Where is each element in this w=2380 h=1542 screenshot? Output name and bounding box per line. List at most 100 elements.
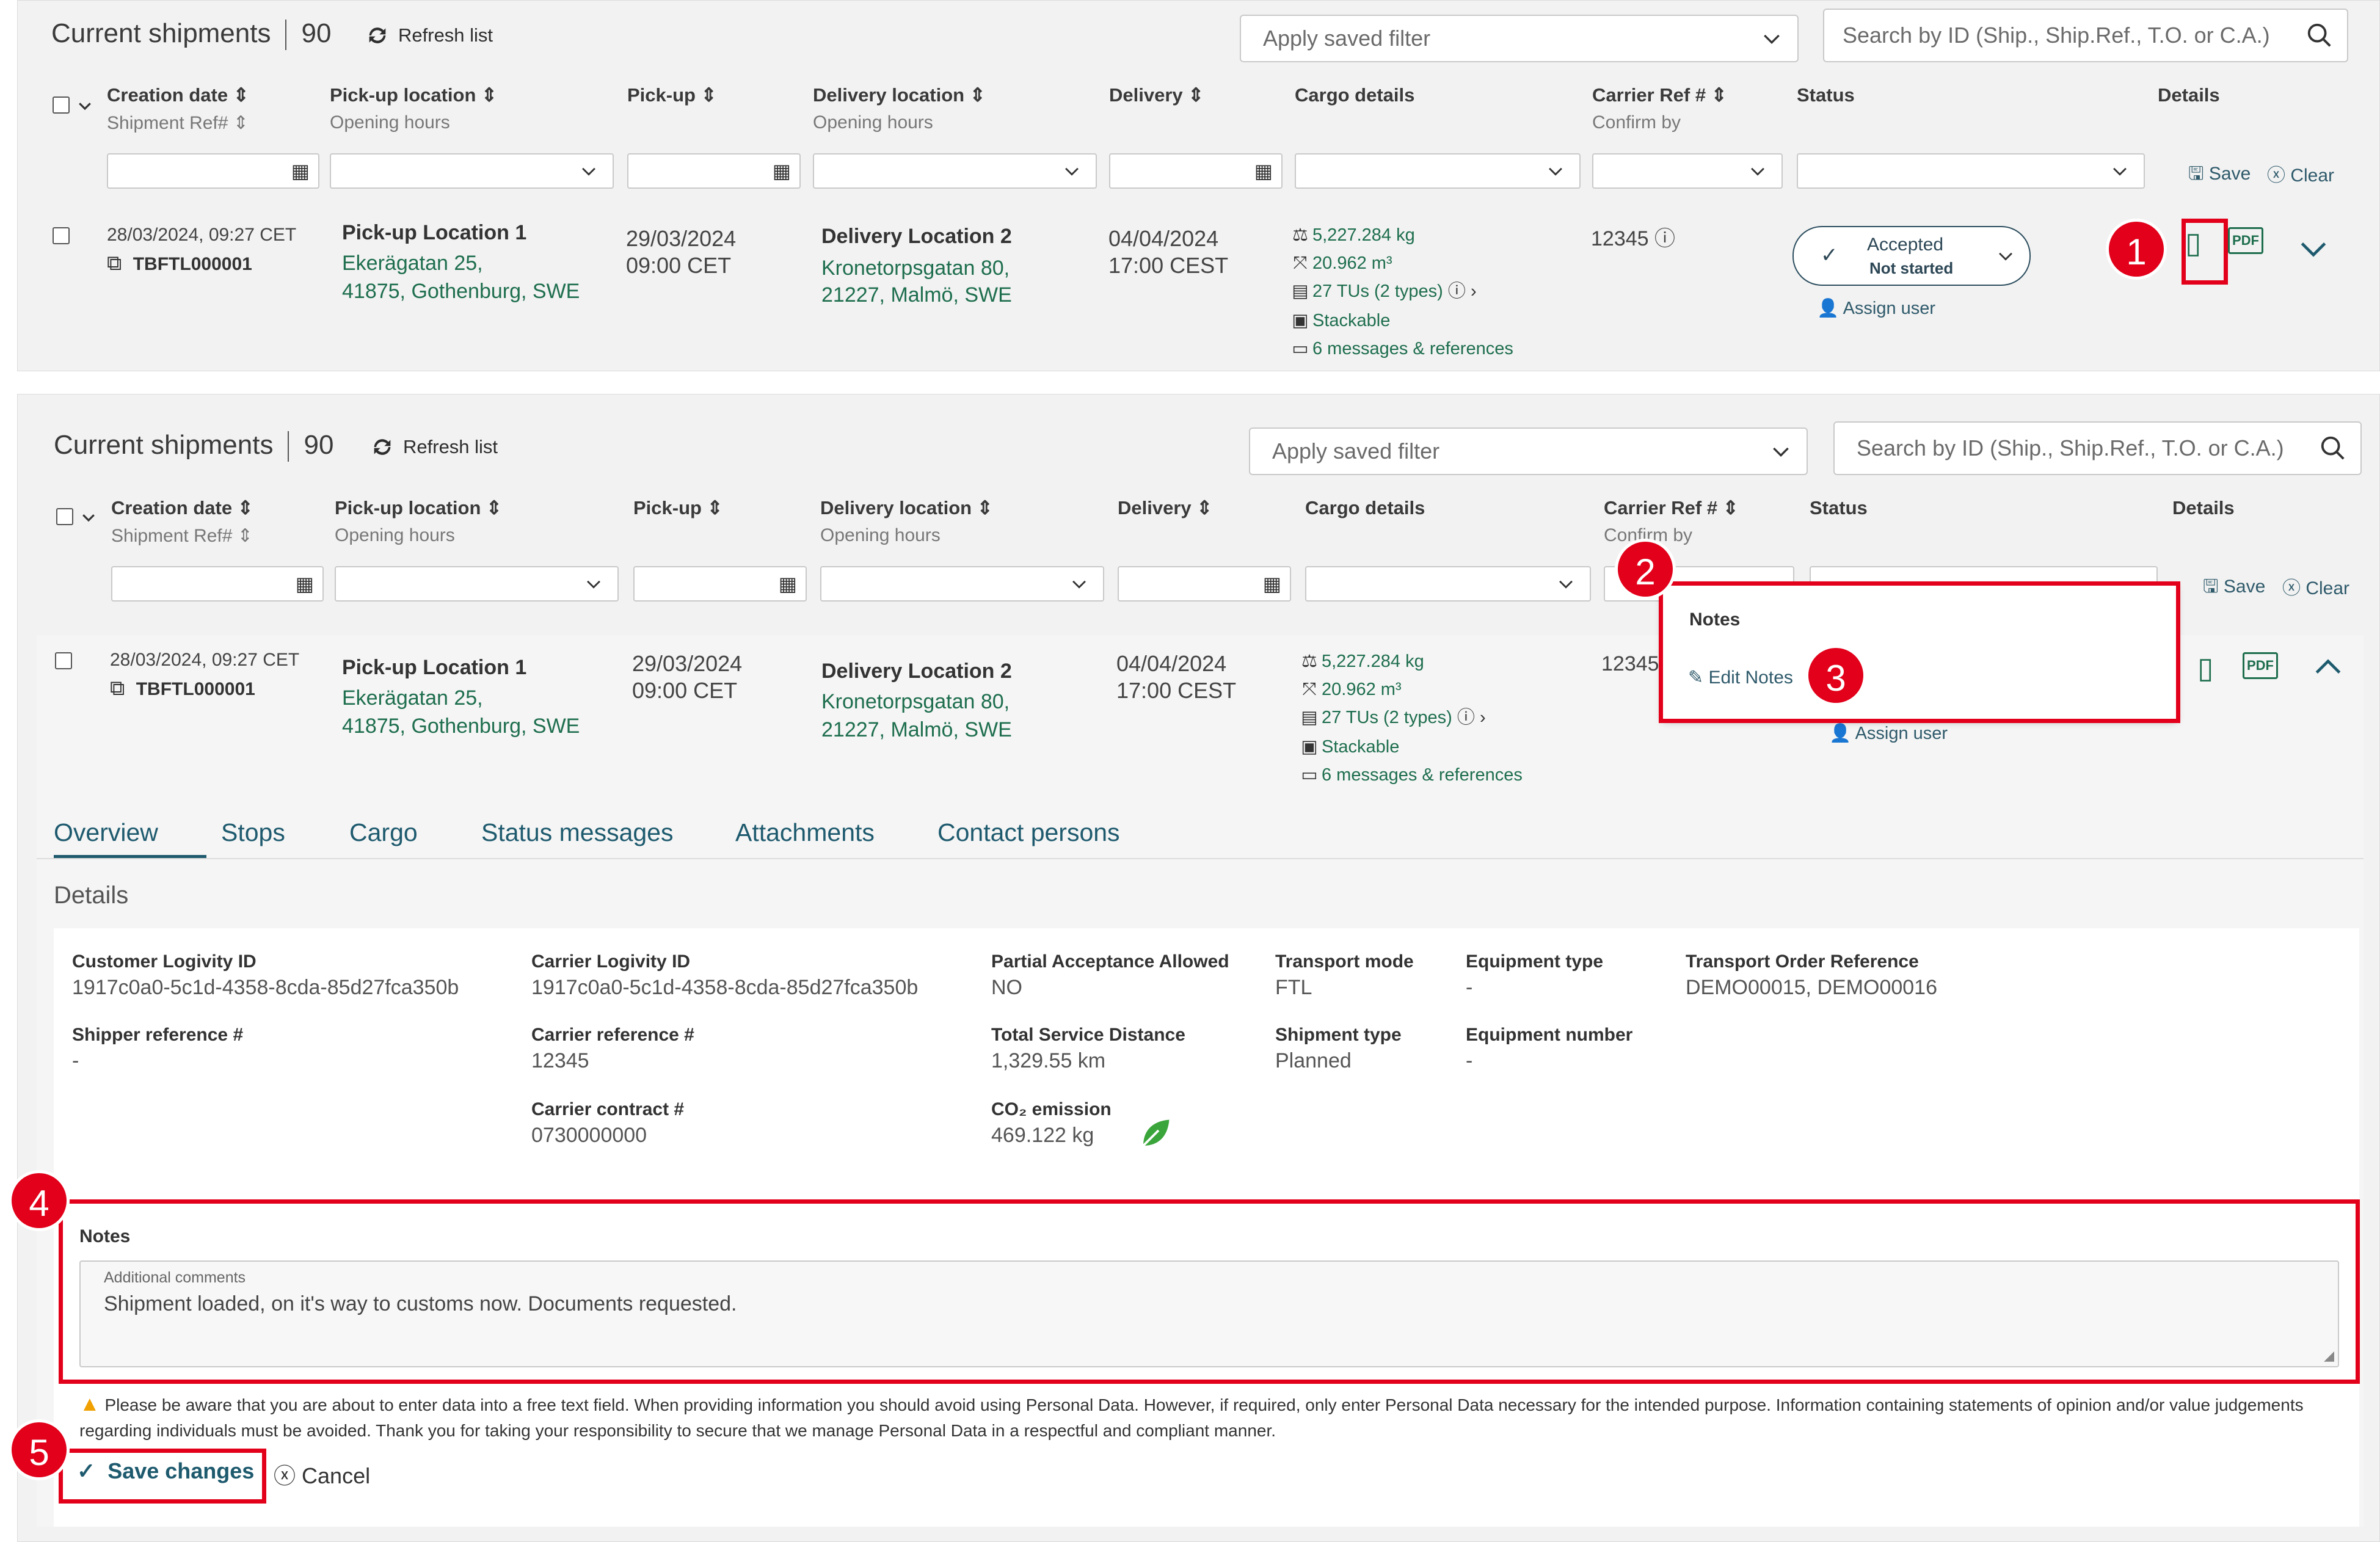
col-carrier-ref-2[interactable]: Carrier Ref # ⇕ xyxy=(1604,497,1739,519)
filter-save-button[interactable]: 🖫 Save xyxy=(2188,160,2251,191)
status-dropdown[interactable]: ✓ Accepted Not started xyxy=(1792,226,2031,286)
col-delivery-location[interactable]: Delivery location ⇕ xyxy=(813,84,986,106)
col-shipment-ref[interactable]: Shipment Ref# ⇕ xyxy=(107,112,249,134)
step-1-highlight xyxy=(2182,219,2228,285)
search-input[interactable]: Search by ID (Ship., Ship.Ref., T.O. or … xyxy=(1823,9,2348,62)
saved-filter-select-2[interactable]: Apply saved filter xyxy=(1249,427,1808,475)
carrier-ref-detail-value: 12345 xyxy=(531,1049,589,1072)
pickup-location-filter[interactable] xyxy=(330,153,614,189)
tab-overview[interactable]: Overview xyxy=(54,818,158,847)
cargo-weight-2: ⚖ 5,227.284 kg xyxy=(1301,647,1424,675)
creation-date-filter-2[interactable]: ▦ xyxy=(111,566,324,602)
tab-contact-persons[interactable]: Contact persons xyxy=(937,818,1120,847)
cargo-messages[interactable]: ▭ 6 messages & references xyxy=(1292,335,1513,363)
collapse-chevron-icon[interactable] xyxy=(2311,650,2345,684)
delivery-date-filter-2[interactable]: ▦ xyxy=(1118,566,1291,602)
tab-status-messages[interactable]: Status messages xyxy=(481,818,674,847)
tab-attachments[interactable]: Attachments xyxy=(735,818,875,847)
col-shipment-ref-2[interactable]: Shipment Ref# ⇕ xyxy=(111,525,253,547)
col-delivery-opening-hours: Opening hours xyxy=(813,112,933,133)
delivery-location-filter[interactable] xyxy=(813,153,1097,189)
shipment-id[interactable]: ⧉ TBFTL000001 xyxy=(107,252,252,275)
expand-icon: ⤧ xyxy=(1302,680,1317,699)
pickup-location-filter-2[interactable] xyxy=(335,566,619,602)
search-input-2[interactable]: Search by ID (Ship., Ship.Ref., T.O. or … xyxy=(1833,421,2362,475)
refresh-label: Refresh list xyxy=(398,24,493,46)
filter-clear-button-2[interactable]: ⓧ Clear xyxy=(2282,573,2349,600)
col-delivery[interactable]: Delivery ⇕ xyxy=(1109,84,1204,106)
delivery-date-filter[interactable]: ▦ xyxy=(1109,153,1283,189)
cargo-filter-2[interactable] xyxy=(1305,566,1591,602)
pdf-icon-2[interactable]: PDF xyxy=(2243,652,2278,679)
cancel-button[interactable]: ⓧ Cancel xyxy=(274,1458,370,1490)
chevron-down-icon xyxy=(1072,580,1086,589)
col-pickup-location-2[interactable]: Pick-up location ⇕ xyxy=(335,497,502,519)
leaf-icon xyxy=(1142,1119,1170,1147)
col-delivery-2[interactable]: Delivery ⇕ xyxy=(1118,497,1212,519)
chevron-down-icon[interactable] xyxy=(76,96,94,115)
delivery-date-2: 04/04/2024 xyxy=(1116,651,1227,676)
shipment-id-2[interactable]: ⧉ TBFTL000001 xyxy=(110,677,255,700)
cargo-tus-2[interactable]: ▤ 27 TUs (2 types) ⓘ › xyxy=(1301,704,1485,732)
customer-id-value: 1917c0a0-5c1d-4358-8cda-85d27fca350b xyxy=(72,976,459,999)
select-all-checkbox[interactable] xyxy=(53,96,70,114)
title-text: Current shipments xyxy=(51,18,271,48)
search-icon[interactable] xyxy=(2319,434,2347,462)
copy-icon[interactable]: ⧉ xyxy=(110,677,125,700)
row-checkbox[interactable] xyxy=(53,227,70,244)
refresh-list-button[interactable]: Refresh list xyxy=(365,23,493,48)
delivery-address-2: 21227, Malmö, SWE xyxy=(821,283,1012,307)
page-title: Current shipments 90 xyxy=(51,18,331,51)
tab-stops[interactable]: Stops xyxy=(221,818,285,847)
pickup-address-2-2: 41875, Gothenburg, SWE xyxy=(342,715,580,738)
carrier-ref-filter[interactable] xyxy=(1592,153,1783,189)
refresh-list-button-2[interactable]: Refresh list xyxy=(370,435,498,459)
carrier-ref-value: 12345 ⓘ xyxy=(1591,227,1675,250)
delivery-location-filter-2[interactable] xyxy=(820,566,1104,602)
col-creation-date[interactable]: Creation date ⇕ xyxy=(107,84,249,106)
status-filter[interactable] xyxy=(1797,153,2145,189)
notes-icon-2[interactable]: ▯ xyxy=(2197,651,2213,685)
col-carrier-ref[interactable]: Carrier Ref # ⇕ xyxy=(1592,84,1727,106)
cargo-tus[interactable]: ▤ 27 TUs (2 types) ⓘ › xyxy=(1292,277,1476,305)
transport-mode-value: FTL xyxy=(1275,976,1312,999)
search-placeholder: Search by ID (Ship., Ship.Ref., T.O. or … xyxy=(1843,23,2270,48)
delivery-address-1-2: Kronetorpsgatan 80, xyxy=(821,690,1010,713)
delivery-address-2-2: 21227, Malmö, SWE xyxy=(821,718,1012,741)
filter-clear-button[interactable]: ⓧ Clear xyxy=(2267,160,2334,187)
step-2-badge: 2 xyxy=(1615,539,1676,600)
select-all-checkbox-2[interactable] xyxy=(56,508,73,525)
expand-chevron-icon[interactable] xyxy=(2296,232,2331,266)
pickup-date-filter[interactable]: ▦ xyxy=(627,153,801,189)
cargo-filter[interactable] xyxy=(1295,153,1581,189)
tab-cargo[interactable]: Cargo xyxy=(349,818,418,847)
cargo-messages-2[interactable]: ▭ 6 messages & references xyxy=(1301,761,1523,789)
copy-icon[interactable]: ⧉ xyxy=(107,252,122,275)
expand-icon: ⤧ xyxy=(1293,253,1308,273)
col-delivery-opening-hours-2: Opening hours xyxy=(820,525,941,545)
search-icon[interactable] xyxy=(2305,21,2334,49)
warning-icon: ▲ xyxy=(79,1392,100,1416)
pickup-date-filter-2[interactable]: ▦ xyxy=(633,566,807,602)
col-pickup-location[interactable]: Pick-up location ⇕ xyxy=(330,84,497,106)
pickup-address-1: Ekerägatan 25, xyxy=(342,252,483,275)
step-2-highlight xyxy=(1659,581,2180,723)
col-pickup-2[interactable]: Pick-up ⇕ xyxy=(633,497,723,519)
chevron-down-icon[interactable] xyxy=(79,508,98,526)
pdf-icon[interactable]: PDF xyxy=(2228,227,2263,254)
filter-save-button-2[interactable]: 🖫 Save xyxy=(2203,573,2265,604)
pallet-icon: ▤ xyxy=(1301,708,1318,727)
col-delivery-location-2[interactable]: Delivery location ⇕ xyxy=(820,497,993,519)
assign-user-link-2[interactable]: 👤 Assign user xyxy=(1829,723,1948,744)
step-3-badge: 3 xyxy=(1805,645,1866,706)
stack-icon: ▣ xyxy=(1292,311,1309,330)
col-creation-date-2[interactable]: Creation date ⇕ xyxy=(111,497,253,519)
row-checkbox-2[interactable] xyxy=(55,652,72,669)
creation-date-filter[interactable]: ▦ xyxy=(107,153,319,189)
saved-filter-select[interactable]: Apply saved filter xyxy=(1240,15,1799,62)
info-icon[interactable]: ⓘ xyxy=(1654,227,1675,250)
col-pickup[interactable]: Pick-up ⇕ xyxy=(627,84,717,106)
refresh-label-2: Refresh list xyxy=(403,436,498,457)
cargo-stackable-2: ▣ Stackable xyxy=(1301,733,1399,761)
assign-user-link[interactable]: 👤 Assign user xyxy=(1817,298,1935,319)
